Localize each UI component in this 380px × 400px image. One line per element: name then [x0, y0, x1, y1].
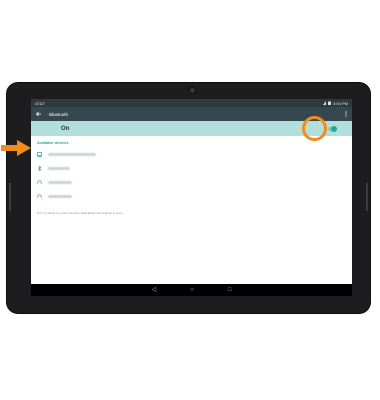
bluetooth-switch[interactable]	[328, 125, 337, 132]
headphones-icon	[37, 180, 42, 184]
device-item[interactable]	[31, 161, 352, 175]
clock: 3:00 PM	[333, 100, 348, 106]
side-button-left	[9, 183, 11, 211]
device-name-redacted	[48, 194, 72, 198]
headphones-icon	[37, 194, 42, 198]
side-button-right	[366, 183, 368, 211]
device-name-redacted	[48, 180, 72, 184]
status-right-group: 3:00 PM	[323, 101, 348, 106]
visibility-note: DTC is visible to nearby devices while B…	[37, 211, 124, 215]
front-camera	[189, 87, 196, 94]
device-name-redacted	[48, 166, 70, 170]
app-bar: Bluetooth	[31, 107, 352, 121]
nav-home-icon[interactable]: ○	[190, 287, 194, 293]
device-item[interactable]	[31, 147, 352, 161]
more-options-icon[interactable]	[345, 111, 347, 117]
nav-back-icon[interactable]: ◁	[152, 287, 157, 293]
signal-wifi-battery-icons	[323, 101, 332, 105]
laptop-icon	[37, 151, 42, 157]
device-item[interactable]	[31, 189, 352, 203]
toggle-state-label: On	[61, 125, 70, 132]
device-name-redacted	[48, 152, 96, 156]
available-devices-header: Available devices	[37, 141, 69, 145]
nav-recents-icon[interactable]: □	[228, 287, 232, 293]
device-item[interactable]	[31, 175, 352, 189]
page-title: Bluetooth	[49, 111, 69, 117]
bluetooth-icon	[37, 165, 42, 171]
back-arrow-icon[interactable]	[36, 112, 41, 116]
android-nav-bar: ◁ ○ □	[31, 284, 352, 296]
highlight-circle	[302, 116, 327, 141]
carrier-label: AT&T	[35, 100, 45, 106]
orange-arrow-pointer-icon	[1, 140, 31, 156]
status-bar: AT&T 3:00 PM	[31, 99, 352, 107]
